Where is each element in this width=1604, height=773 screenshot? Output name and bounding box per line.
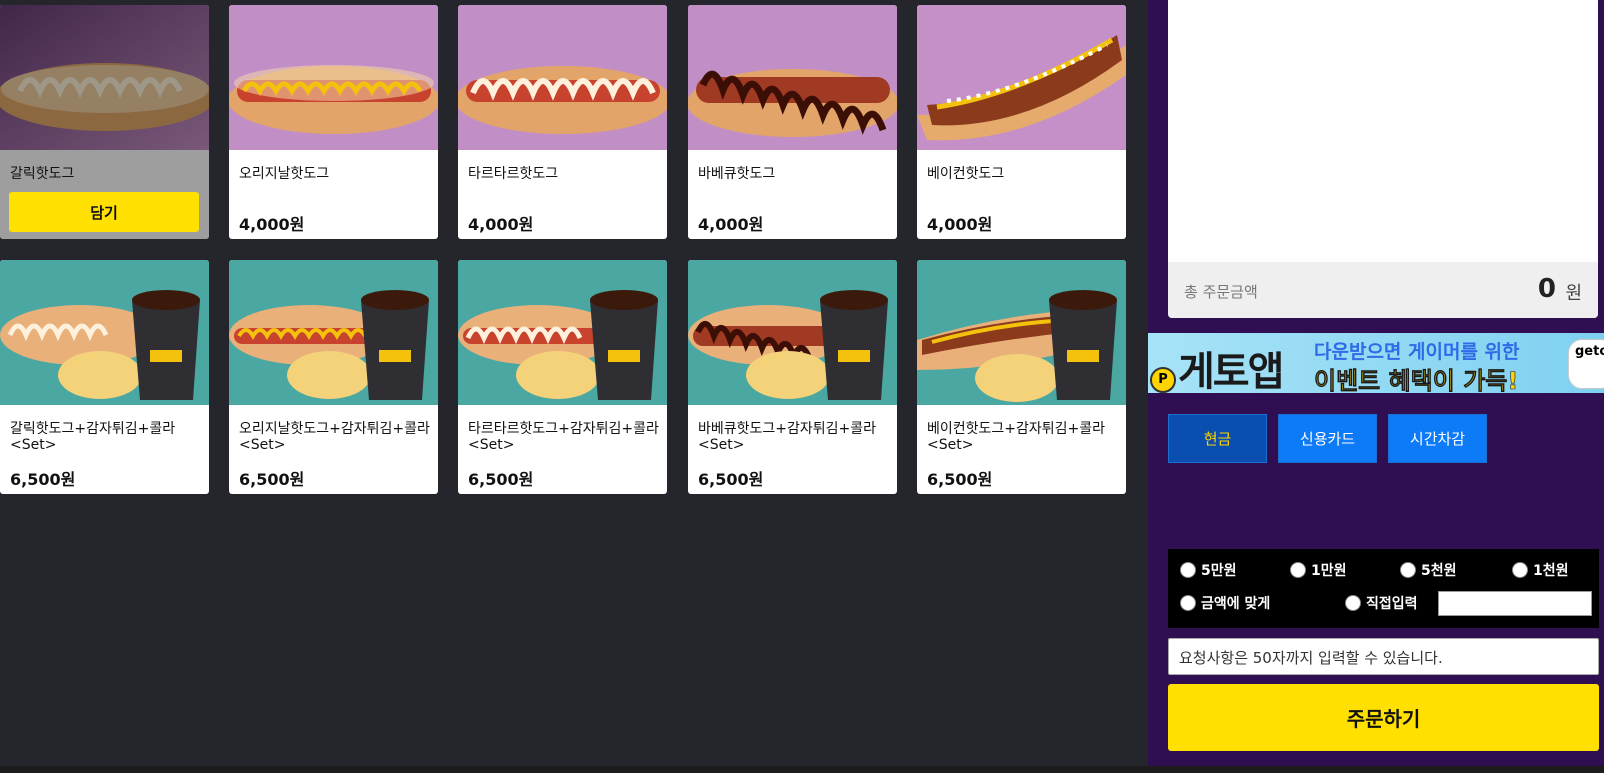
total-unit: 원 (1565, 283, 1582, 304)
menu-card[interactable]: 타르타르핫도그 4,000원 (458, 5, 667, 239)
add-to-cart-button[interactable]: 담기 (9, 192, 199, 232)
menu-item-price: 6,500원 (10, 470, 76, 489)
menu-card[interactable]: 오리지날핫도그 4,000원 (229, 5, 438, 239)
menu-item-name: 오리지날핫도그 (239, 166, 330, 182)
menu-item-name: 타르타르핫도그 (468, 166, 559, 182)
hotdog-photo (688, 5, 897, 150)
set-photo (458, 260, 667, 405)
banner-line1: 다운받으면 게이머를 위한 (1314, 341, 1520, 363)
set-photo (229, 260, 438, 405)
menu-item-price: 6,500원 (239, 470, 305, 489)
radio-circle-icon (1180, 562, 1196, 578)
menu-item-name: 갈릭핫도그+감자튀김+콜라 <Set> (10, 421, 176, 453)
radio-circle-icon (1400, 562, 1416, 578)
menu-item-name: 베이컨핫도그+감자튀김+콜라 <Set> (927, 421, 1106, 453)
menu-item-name: 오리지날핫도그+감자튀김+콜라 <Set> (239, 421, 430, 453)
hotdog-photo (458, 5, 667, 150)
order-panel: 총 주문금액 0 원 P 게토앱 다운받으면 게이머를 위한 이벤트 혜택이 가… (1148, 0, 1604, 773)
radio-circle-icon (1290, 562, 1306, 578)
radio-exact[interactable]: 금액에 맞게 (1180, 593, 1270, 613)
hotdog-photo (229, 5, 438, 150)
set-photo (917, 260, 1126, 405)
menu-card[interactable]: 갈릭핫도그 담기 (0, 5, 209, 239)
menu-item-price: 6,500원 (468, 470, 534, 489)
pay-time-button[interactable]: 시간차감 (1388, 414, 1487, 463)
total-label: 총 주문금액 (1184, 283, 1258, 301)
menu-card[interactable]: 갈릭핫도그+감자튀김+콜라 <Set> 6,500원 (0, 260, 209, 494)
radio-circle-icon (1180, 595, 1196, 611)
radio-5000[interactable]: 5천원 (1400, 560, 1457, 580)
menu-item-price: 4,000원 (239, 215, 305, 234)
radio-10000[interactable]: 1만원 (1290, 560, 1347, 580)
menu-item-price: 4,000원 (468, 215, 534, 234)
set-photo (0, 260, 209, 405)
menu-card[interactable]: 바베큐핫도그+감자튀김+콜라 <Set> 6,500원 (688, 260, 897, 494)
menu-card[interactable]: 베이컨핫도그 4,000원 (917, 5, 1126, 239)
menu-item-name: 갈릭핫도그 (10, 166, 75, 182)
menu-item-price: 4,000원 (927, 215, 993, 234)
banner-brand: 게토앱 (1178, 349, 1284, 393)
menu-item-price: 6,500원 (927, 470, 993, 489)
coin-icon: P (1150, 367, 1176, 393)
menu-card[interactable]: 바베큐핫도그 4,000원 (688, 5, 897, 239)
menu-item-name: 베이컨핫도그 (927, 166, 1005, 182)
menu-grid: 갈릭핫도그 담기 오리지날핫도그 4,000원 타르타르핫도그 4,000원 바… (0, 0, 1148, 773)
menu-card[interactable]: 오리지날핫도그+감자튀김+콜라 <Set> 6,500원 (229, 260, 438, 494)
cart-total-bar: 총 주문금액 0 원 (1168, 262, 1598, 318)
total-amount: 0 (1537, 274, 1556, 304)
geto-app-banner[interactable]: P 게토앱 다운받으면 게이머를 위한 이벤트 혜택이 가득! geto (1148, 333, 1604, 393)
radio-circle-icon (1345, 595, 1361, 611)
menu-card[interactable]: 베이컨핫도그+감자튀김+콜라 <Set> 6,500원 (917, 260, 1126, 494)
pay-card-button[interactable]: 신용카드 (1278, 414, 1377, 463)
radio-circle-icon (1512, 562, 1528, 578)
menu-item-name: 타르타르핫도그+감자튀김+콜라 <Set> (468, 421, 659, 453)
banner-line2: 이벤트 혜택이 가득! (1314, 367, 1519, 393)
cart-list[interactable]: 총 주문금액 0 원 (1168, 0, 1598, 318)
geto-logo-icon: geto (1568, 339, 1604, 389)
menu-card[interactable]: 타르타르핫도그+감자튀김+콜라 <Set> 6,500원 (458, 260, 667, 494)
menu-item-name: 바베큐핫도그+감자튀김+콜라 <Set> (698, 421, 877, 453)
taskbar-strip (0, 766, 1604, 773)
direct-amount-input[interactable] (1438, 591, 1592, 616)
radio-direct[interactable]: 직접입력 (1345, 593, 1418, 613)
order-button[interactable]: 주문하기 (1168, 684, 1599, 751)
radio-50000[interactable]: 5만원 (1180, 560, 1237, 580)
pay-cash-button[interactable]: 현금 (1168, 414, 1267, 463)
menu-item-price: 6,500원 (698, 470, 764, 489)
set-photo (688, 260, 897, 405)
menu-item-price: 4,000원 (698, 215, 764, 234)
menu-item-name: 바베큐핫도그 (698, 166, 776, 182)
request-input[interactable]: 요청사항은 50자까지 입력할 수 있습니다. (1168, 638, 1599, 675)
cash-amount-options: 5만원 1만원 5천원 1천원 금액에 맞게 직접입력 (1168, 549, 1599, 628)
hotdog-photo (917, 5, 1126, 150)
radio-1000[interactable]: 1천원 (1512, 560, 1569, 580)
